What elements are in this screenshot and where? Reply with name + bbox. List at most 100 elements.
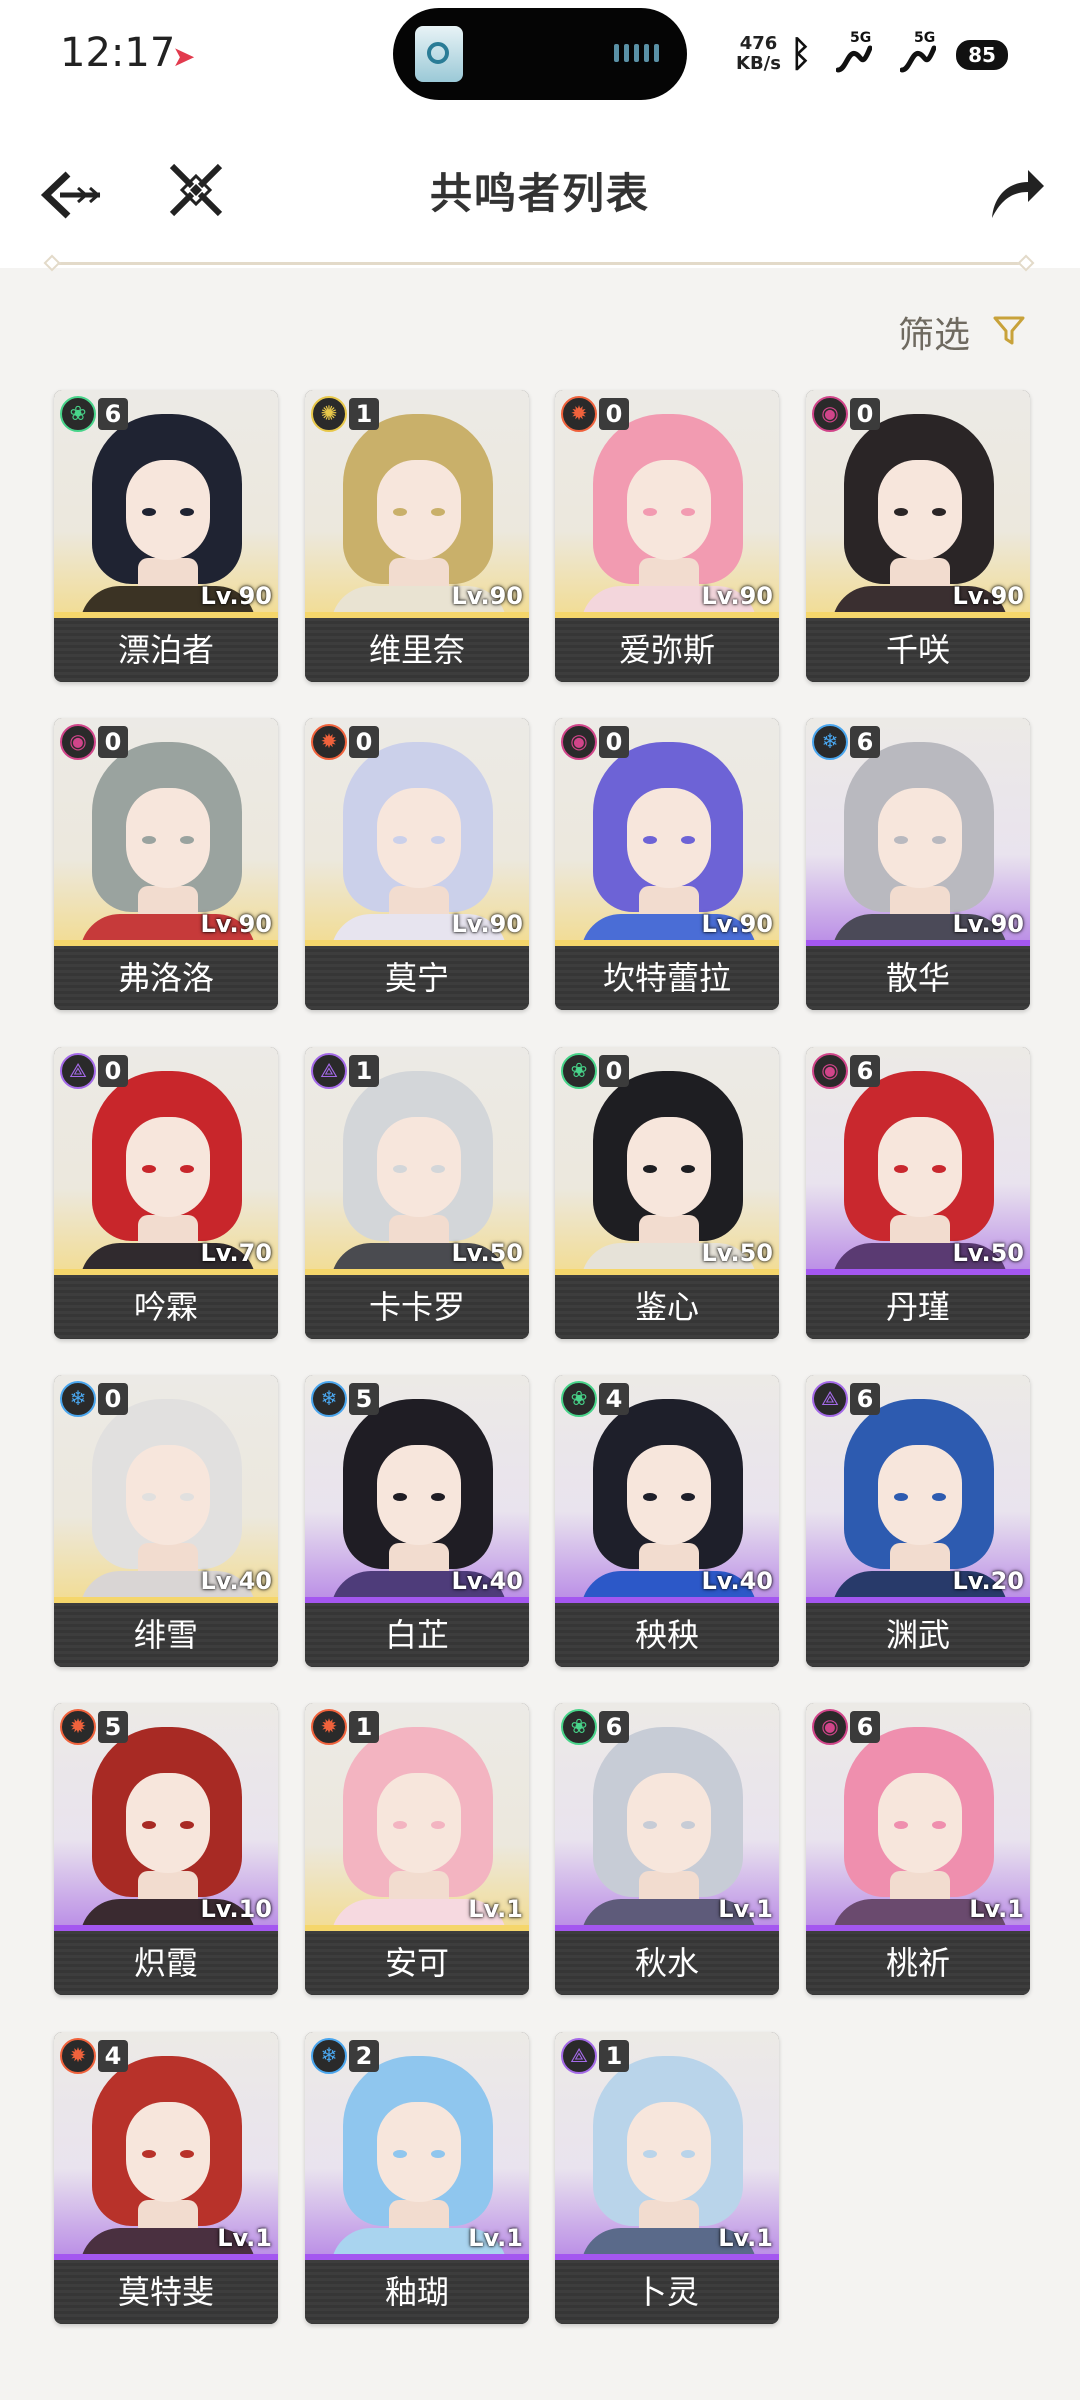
resonance-chain-badge: 2 [349, 2040, 379, 2072]
bluetooth-icon: ᛒ [790, 34, 812, 75]
resonance-chain-badge: 0 [599, 726, 629, 758]
level-label: Lv.1 [468, 2224, 523, 2252]
resonance-chain-badge: 0 [98, 1383, 128, 1415]
character-name: 釉瑚 [305, 2260, 529, 2324]
resonance-chain-badge: 6 [850, 1055, 880, 1087]
character-name: 绯雪 [54, 1603, 278, 1667]
character-name: 坎特蕾拉 [555, 946, 779, 1010]
glacio-element-icon: ❄ [812, 724, 848, 760]
level-label: Lv.90 [952, 910, 1025, 938]
level-label: Lv.90 [200, 582, 273, 610]
resonator-card[interactable]: ⟁ 1 Lv.50 卡卡罗 [305, 1047, 529, 1339]
level-label: Lv.1 [718, 2224, 773, 2252]
aero-element-icon: ❀ [561, 1381, 597, 1417]
resonator-card[interactable]: ✹ 4 Lv.1 莫特斐 [54, 2032, 278, 2324]
resonance-chain-badge: 6 [599, 1711, 629, 1743]
electro-element-icon: ⟁ [60, 1053, 96, 1089]
resonator-card[interactable]: ◉ 0 Lv.90 坎特蕾拉 [555, 718, 779, 1010]
resonance-chain-badge: 4 [599, 1383, 629, 1415]
filter-funnel-icon[interactable] [992, 314, 1026, 348]
level-label: Lv.70 [200, 1239, 273, 1267]
havoc-element-icon: ◉ [60, 724, 96, 760]
resonator-card[interactable]: ❀ 6 Lv.1 秋水 [555, 1703, 779, 1995]
resonator-card[interactable]: ⟁ 1 Lv.1 卜灵 [555, 2032, 779, 2324]
character-name: 卜灵 [555, 2260, 779, 2324]
resonator-card[interactable]: ❄ 6 Lv.90 散华 [806, 718, 1030, 1010]
resonator-card[interactable]: ◉ 6 Lv.1 桃祈 [806, 1703, 1030, 1995]
dynamic-island[interactable] [393, 8, 687, 100]
resonance-chain-badge: 6 [850, 1711, 880, 1743]
character-name: 安可 [305, 1931, 529, 1995]
resonator-card[interactable]: ✺ 1 Lv.90 维里奈 [305, 390, 529, 682]
resonance-chain-badge: 0 [98, 726, 128, 758]
character-name: 桃祈 [806, 1931, 1030, 1995]
level-label: Lv.40 [451, 1567, 524, 1595]
resonator-card[interactable]: ❀ 0 Lv.50 鉴心 [555, 1047, 779, 1339]
fusion-element-icon: ✹ [60, 2038, 96, 2074]
character-name: 秋水 [555, 1931, 779, 1995]
resonator-card[interactable]: ❄ 2 Lv.1 釉瑚 [305, 2032, 529, 2324]
resonator-card[interactable]: ⟁ 6 Lv.20 渊武 [806, 1375, 1030, 1667]
resonance-chain-badge: 0 [850, 398, 880, 430]
character-name: 丹瑾 [806, 1275, 1030, 1339]
filter-button[interactable]: 筛选 [898, 306, 970, 358]
electro-element-icon: ⟁ [561, 2038, 597, 2074]
spectro-element-icon: ✺ [311, 396, 347, 432]
resonator-card[interactable]: ✹ 1 Lv.1 安可 [305, 1703, 529, 1995]
network-speed-unit: KB/s [736, 53, 781, 74]
level-label: Lv.10 [200, 1895, 273, 1923]
resonator-card[interactable]: ⟁ 0 Lv.70 吟霖 [54, 1047, 278, 1339]
character-name: 白芷 [305, 1603, 529, 1667]
resonance-chain-badge: 0 [599, 398, 629, 430]
status-bar: 12:17 ➤ 476 KB/s ᛒ 5G 5G 85 [0, 0, 1080, 118]
character-name: 吟霖 [54, 1275, 278, 1339]
character-name: 炽霞 [54, 1931, 278, 1995]
music-cover-icon [415, 26, 463, 82]
resonator-card[interactable]: ❄ 0 Lv.40 绯雪 [54, 1375, 278, 1667]
level-label: Lv.90 [451, 582, 524, 610]
resonance-chain-badge: 1 [349, 398, 379, 430]
character-name: 卡卡罗 [305, 1275, 529, 1339]
level-label: Lv.90 [952, 582, 1025, 610]
fusion-element-icon: ✹ [311, 724, 347, 760]
fusion-element-icon: ✹ [60, 1709, 96, 1745]
level-label: Lv.1 [217, 2224, 272, 2252]
glacio-element-icon: ❄ [311, 2038, 347, 2074]
resonance-chain-badge: 4 [98, 2040, 128, 2072]
header-divider [54, 262, 1024, 265]
resonance-chain-badge: 5 [98, 1711, 128, 1743]
character-name: 莫特斐 [54, 2260, 278, 2324]
signal-icon: 5G [900, 30, 944, 76]
havoc-element-icon: ◉ [812, 396, 848, 432]
resonator-card[interactable]: ◉ 0 Lv.90 千咲 [806, 390, 1030, 682]
resonance-chain-badge: 0 [599, 1055, 629, 1087]
resonator-card[interactable]: ◉ 0 Lv.90 弗洛洛 [54, 718, 278, 1010]
resonance-chain-badge: 6 [850, 1383, 880, 1415]
signal-icon: 5G [836, 30, 880, 76]
character-name: 散华 [806, 946, 1030, 1010]
resonator-card[interactable]: ✹ 0 Lv.90 爱弥斯 [555, 390, 779, 682]
resonator-card[interactable]: ✹ 5 Lv.10 炽霞 [54, 1703, 278, 1995]
resonance-chain-badge: 5 [349, 1383, 379, 1415]
level-label: Lv.20 [952, 1567, 1025, 1595]
character-name: 鉴心 [555, 1275, 779, 1339]
level-label: Lv.1 [468, 1895, 523, 1923]
character-name: 爱弥斯 [555, 618, 779, 682]
resonator-card[interactable]: ❀ 4 Lv.40 秧秧 [555, 1375, 779, 1667]
resonance-chain-badge: 0 [98, 1055, 128, 1087]
level-label: Lv.90 [701, 582, 774, 610]
resonator-card[interactable]: ✹ 0 Lv.90 莫宁 [305, 718, 529, 1010]
aero-element-icon: ❀ [561, 1709, 597, 1745]
resonator-card[interactable]: ❄ 5 Lv.40 白芷 [305, 1375, 529, 1667]
aero-element-icon: ❀ [561, 1053, 597, 1089]
share-button[interactable] [984, 160, 1048, 224]
resonance-chain-badge: 6 [98, 398, 128, 430]
level-label: Lv.90 [701, 910, 774, 938]
level-label: Lv.50 [701, 1239, 774, 1267]
level-label: Lv.40 [200, 1567, 273, 1595]
resonator-card[interactable]: ❀ 6 Lv.90 漂泊者 [54, 390, 278, 682]
character-name: 漂泊者 [54, 618, 278, 682]
resonance-chain-badge: 1 [599, 2040, 629, 2072]
character-name: 渊武 [806, 1603, 1030, 1667]
resonator-card[interactable]: ◉ 6 Lv.50 丹瑾 [806, 1047, 1030, 1339]
